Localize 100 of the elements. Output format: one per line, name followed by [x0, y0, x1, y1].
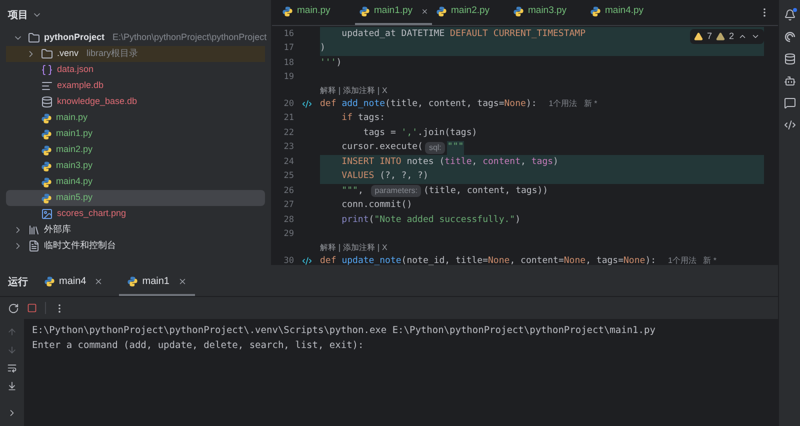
python-run-icon	[127, 276, 138, 286]
code-line: def update_note(note_id, title=None, content=None, tags=None): 1个用法 新 *	[320, 254, 718, 268]
weak-warning-icon	[716, 32, 725, 41]
line-number: 19	[282, 71, 295, 84]
robot-icon[interactable]	[784, 75, 796, 87]
editor-tab[interactable]: main3.py	[509, 0, 586, 25]
python-icon	[41, 112, 52, 124]
parameter-hint: sql:	[424, 142, 446, 154]
database-icon[interactable]	[784, 53, 796, 65]
parameter-hint: parameters:	[370, 185, 422, 198]
chat-icon[interactable]	[784, 97, 796, 109]
code-line: conn.commit()	[340, 199, 414, 212]
code-line: tags = ','.join(tags)	[362, 126, 478, 140]
code-lens-link[interactable]: 解释	[320, 85, 336, 97]
file-name: data.json	[57, 63, 94, 76]
python-icon	[41, 128, 52, 140]
tree-item[interactable]: knowledge_base.db	[6, 94, 265, 110]
folder-icon	[28, 32, 40, 44]
line-number: 21	[282, 112, 295, 126]
code-lens-link[interactable]: 添加注释	[343, 85, 375, 97]
weak-warning-count: 2	[728, 30, 734, 43]
code-line: if tags:	[340, 112, 386, 125]
soft-wrap-icon[interactable]	[7, 363, 17, 373]
tree-item[interactable]: pythonProject E:\Python\pythonProject\pythonProject	[6, 30, 265, 46]
tree-item[interactable]: main3.py	[6, 158, 265, 174]
tree-item[interactable]: main5.py	[6, 190, 265, 206]
code-line: print("Note added successfully.")	[340, 214, 522, 226]
line-number: 18	[282, 56, 295, 70]
run-tab[interactable]: main1	[119, 268, 194, 296]
folder-note: library根目录	[86, 47, 138, 60]
run-tab[interactable]: main4	[36, 268, 112, 296]
close-icon[interactable]	[420, 7, 428, 16]
swirl-icon[interactable]	[784, 31, 796, 43]
python-file-icon	[436, 6, 447, 17]
tree-item[interactable]: main4.py	[6, 174, 265, 190]
code-line: cursor.execute( sql: """	[320, 140, 764, 155]
code-icon[interactable]	[784, 119, 796, 131]
line-number: 30	[282, 254, 295, 268]
code-lens-link[interactable]: 添加注释	[343, 242, 375, 254]
line-number: 27	[282, 199, 295, 212]
panel-title: 运行	[8, 276, 28, 290]
braces-icon	[41, 64, 53, 76]
line-number: 26	[282, 184, 295, 198]
library-icon	[28, 224, 40, 236]
chevron-down-icon[interactable]	[751, 32, 760, 41]
line-number: 25	[282, 170, 295, 184]
close-icon[interactable]	[178, 276, 186, 286]
python-file-icon	[513, 6, 524, 17]
line-number: 16	[282, 28, 295, 41]
tree-item[interactable]: main.py	[6, 110, 265, 126]
tree-item[interactable]: 外部库	[6, 222, 265, 238]
code-lens-link[interactable]: 解释	[320, 242, 336, 254]
file-name: scores_chart.png	[57, 207, 126, 220]
editor-tab[interactable]: main1.py	[355, 0, 432, 25]
rerun-icon[interactable]	[8, 302, 19, 314]
stop-icon[interactable]	[27, 303, 37, 313]
tree-item[interactable]: example.db	[6, 78, 265, 94]
tree-item[interactable]: 临时文件和控制台	[6, 238, 265, 254]
folder-path: E:\Python\pythonProject\pythonProject	[112, 31, 267, 44]
warning-count: 7	[706, 30, 712, 43]
panel-title[interactable]: 项目	[8, 8, 28, 22]
python-run-icon	[44, 276, 55, 286]
code-line: ''')	[320, 56, 343, 70]
file-name: main2.py	[56, 143, 93, 156]
file-name: 临时文件和控制台	[44, 239, 116, 252]
editor-tab[interactable]: main.py	[278, 0, 355, 25]
line-number: 20	[282, 98, 295, 111]
console-line: Enter a command (add, update, delete, search, list, exit):	[32, 339, 365, 353]
line-number: 23	[282, 141, 295, 154]
database-icon	[41, 96, 53, 108]
chevron-up-icon[interactable]	[738, 32, 747, 41]
file-name: 外部库	[44, 223, 71, 236]
code-vision-icon[interactable]	[302, 99, 312, 110]
file-name: .venv	[57, 47, 79, 60]
python-file-icon	[359, 6, 370, 17]
tree-item[interactable]: main2.py	[6, 142, 265, 158]
code-lens-link[interactable]: X	[382, 85, 388, 97]
python-icon	[41, 160, 52, 172]
editor-tab[interactable]: main4.py	[586, 0, 663, 25]
file-name: main4.py	[56, 175, 93, 188]
tree-item[interactable]: main1.py	[6, 126, 265, 142]
line-number: 22	[282, 126, 295, 140]
scroll-to-end-icon[interactable]	[7, 381, 17, 391]
python-icon	[41, 144, 52, 156]
code-vision-icon[interactable]	[302, 256, 312, 266]
notification-icon[interactable]	[784, 9, 796, 21]
inspection-widget[interactable]: 7 2	[690, 29, 764, 44]
python-file-icon	[590, 6, 601, 17]
tree-item[interactable]: scores_chart.png	[6, 206, 265, 222]
code-lens-link[interactable]: X	[382, 242, 388, 254]
warning-icon	[694, 32, 703, 41]
python-icon	[41, 192, 52, 204]
editor-tab[interactable]: main2.py	[432, 0, 509, 25]
line-number: 17	[282, 42, 295, 56]
python-file-icon	[282, 6, 293, 17]
usage-hint[interactable]: 1个用法 新 *	[548, 98, 598, 110]
tree-item[interactable]: .venv library根目录	[6, 46, 265, 62]
close-icon[interactable]	[94, 276, 104, 286]
tree-item[interactable]: data.json	[6, 62, 265, 78]
usage-hint[interactable]: 1个用法 新 *	[668, 255, 716, 268]
